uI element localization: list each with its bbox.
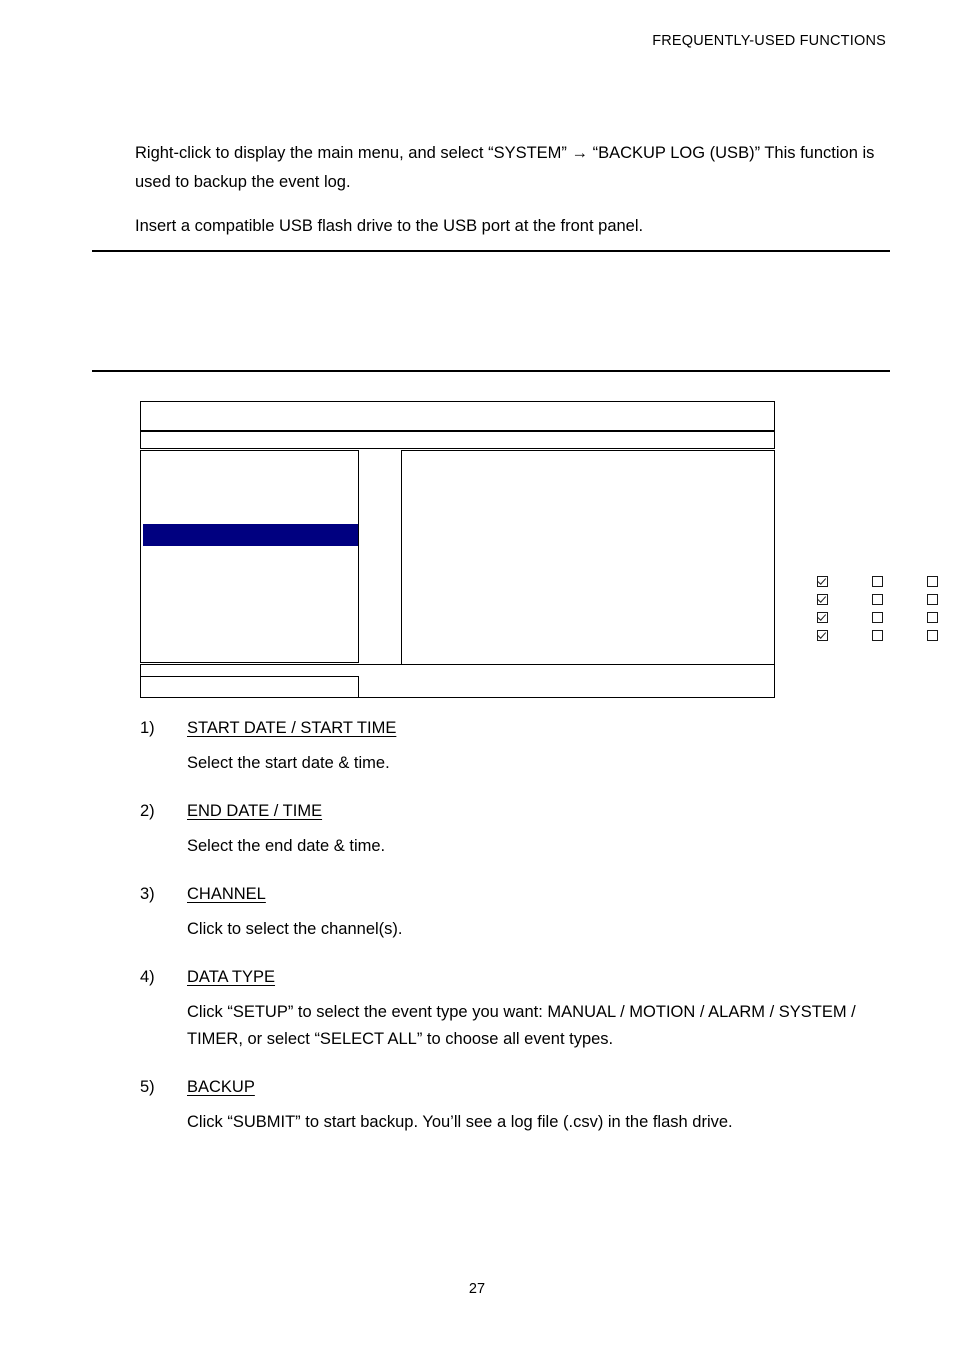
step-title: DATA TYPE (187, 968, 276, 986)
dialog-action-button-bar[interactable] (140, 676, 359, 698)
channel-checkbox[interactable] (927, 594, 938, 605)
horizontal-rule-bottom (92, 370, 890, 372)
dialog-tab-bar[interactable] (140, 431, 775, 449)
step-heading: 2) END DATE / TIME (140, 798, 895, 824)
step-number: 1) (140, 719, 155, 737)
dialog-title-bar (140, 401, 775, 431)
step-description: Click to select the channel(s). (187, 920, 403, 938)
step-item: 2) END DATE / TIME Select the end date &… (140, 798, 895, 860)
step-title: CHANNEL (187, 885, 266, 903)
backup-log-usb-dialog (140, 401, 938, 698)
channel-checkbox[interactable] (817, 630, 828, 641)
step-number: 4) (140, 968, 155, 986)
usb-paragraph: Insert a compatible USB flash drive to t… (135, 217, 644, 235)
channel-checkbox[interactable] (927, 612, 938, 623)
step-number: 3) (140, 885, 155, 903)
channel-checkbox-grid (817, 576, 954, 648)
dialog-menu-list-panel[interactable] (140, 450, 359, 663)
step-title: END DATE / TIME (187, 802, 323, 820)
channel-checkbox[interactable] (872, 576, 883, 587)
step-description: Click “SUBMIT” to start backup. You’ll s… (187, 1113, 733, 1131)
channel-checkbox[interactable] (817, 576, 828, 587)
step-number: 5) (140, 1078, 155, 1096)
channel-checkbox[interactable] (872, 630, 883, 641)
channel-checkbox[interactable] (872, 612, 883, 623)
step-item: 1) START DATE / START TIME Select the st… (140, 715, 895, 777)
step-item: 5) BACKUP Click “SUBMIT” to start backup… (140, 1074, 895, 1136)
step-item: 4) DATA TYPE Click “SETUP” to select the… (140, 964, 895, 1053)
step-heading: 4) DATA TYPE (140, 964, 895, 990)
channel-checkbox[interactable] (872, 594, 883, 605)
step-description: Select the start date & time. (187, 754, 390, 772)
channel-checkbox[interactable] (817, 612, 828, 623)
channel-checkbox[interactable] (817, 594, 828, 605)
numbered-steps-list: 1) START DATE / START TIME Select the st… (140, 715, 895, 1157)
step-title: BACKUP (187, 1078, 255, 1096)
step-title: START DATE / START TIME (187, 719, 397, 737)
channel-checkbox[interactable] (927, 630, 938, 641)
horizontal-rule-top (92, 250, 890, 252)
channel-checkbox[interactable] (927, 576, 938, 587)
step-heading: 1) START DATE / START TIME (140, 715, 895, 741)
step-heading: 3) CHANNEL (140, 881, 895, 907)
step-item: 3) CHANNEL Click to select the channel(s… (140, 881, 895, 943)
step-number: 2) (140, 802, 155, 820)
intro-paragraph-block: Right-click to display the main menu, an… (135, 139, 895, 197)
page-number: 27 (468, 1281, 486, 1297)
usb-paragraph-block: Insert a compatible USB flash drive to t… (135, 212, 895, 241)
page-running-header: FREQUENTLY-USED FUNCTIONS (652, 33, 886, 49)
step-heading: 5) BACKUP (140, 1074, 895, 1100)
dialog-selected-menu-row[interactable] (142, 524, 359, 546)
dialog-content-panel (401, 450, 938, 665)
intro-paragraph: Right-click to display the main menu, an… (135, 144, 875, 191)
step-description: Click “SETUP” to select the event type y… (187, 1003, 856, 1048)
step-description: Select the end date & time. (187, 837, 386, 855)
